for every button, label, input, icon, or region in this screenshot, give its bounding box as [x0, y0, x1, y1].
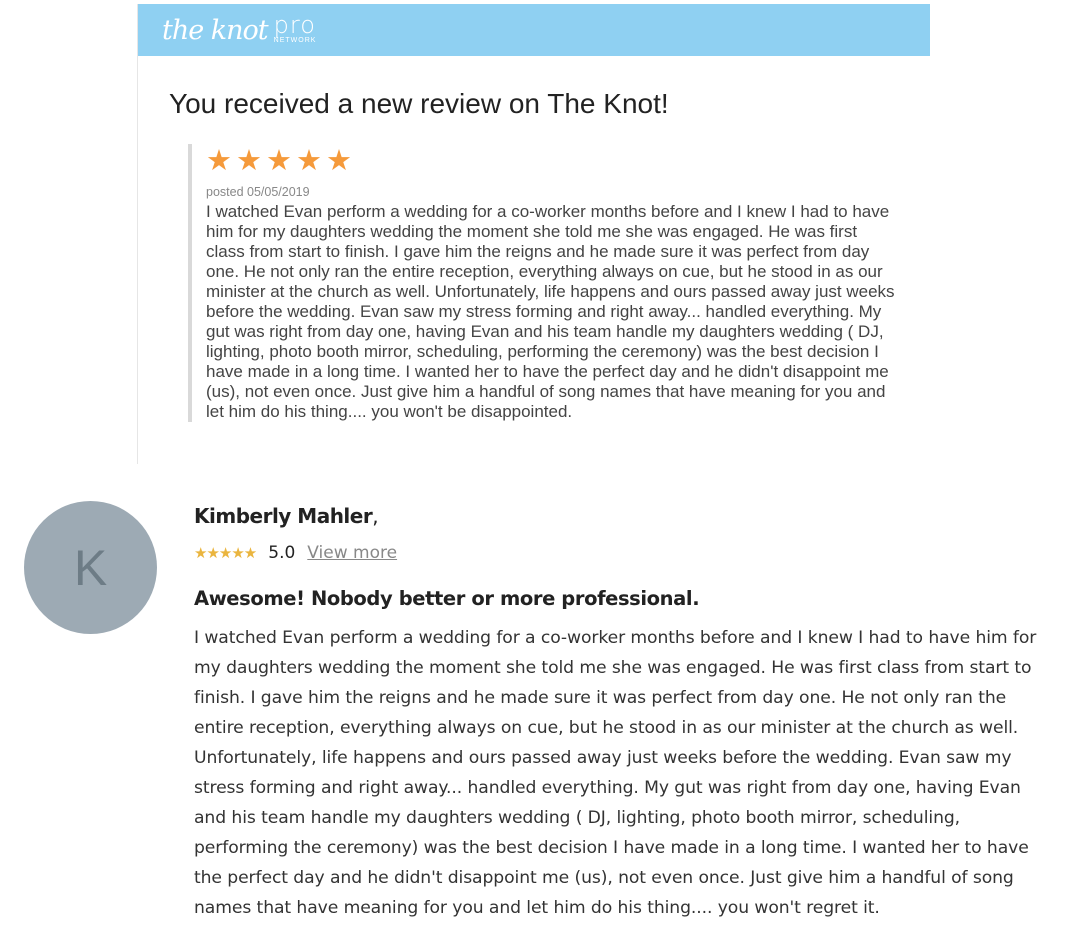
star-icon: ★ — [296, 145, 322, 177]
star-icon: ★ — [266, 145, 292, 177]
review-body: I watched Evan perform a wedding for a c… — [194, 628, 1037, 918]
rating-stars-icon: ★★★★★ — [194, 545, 257, 562]
view-more-link[interactable]: View more — [307, 543, 397, 563]
the-knot-pro-logo: the knot pro NETWORK — [162, 11, 317, 48]
star-rating: ★ ★ ★ ★ ★ — [206, 146, 906, 176]
posted-date: posted 05/05/2019 — [206, 185, 310, 199]
review-quote-block: ★ ★ ★ ★ ★ posted 05/05/2019 I watched Ev… — [188, 144, 906, 422]
logo-network-text: NETWORK — [273, 37, 317, 44]
star-icon: ★ — [236, 145, 262, 177]
email-title: You received a new review on The Knot! — [169, 88, 669, 119]
review-heading: Awesome! Nobody better or more professio… — [194, 587, 700, 610]
star-icon: ★ — [326, 145, 352, 177]
logo-pro-text: pro — [273, 11, 316, 39]
reviewer-name-suffix: , — [372, 504, 379, 528]
rating-value: 5.0 — [268, 543, 296, 563]
reviewer-name: Kimberly Mahler, — [194, 504, 379, 528]
avatar: K — [24, 501, 157, 634]
email-notification-card: the knot pro NETWORK You received a new … — [137, 4, 930, 464]
brand-header-bar: the knot pro NETWORK — [138, 4, 930, 56]
star-icon: ★ — [206, 145, 232, 177]
rating-row: ★★★★★ 5.0 View more — [194, 543, 397, 563]
email-review-body: I watched Evan perform a wedding for a c… — [206, 202, 895, 421]
reviewer-name-text: Kimberly Mahler — [194, 504, 373, 528]
logo-script-text: the knot — [162, 15, 269, 46]
avatar-initial: K — [73, 539, 108, 596]
logo-pro-block: pro NETWORK — [273, 11, 317, 45]
